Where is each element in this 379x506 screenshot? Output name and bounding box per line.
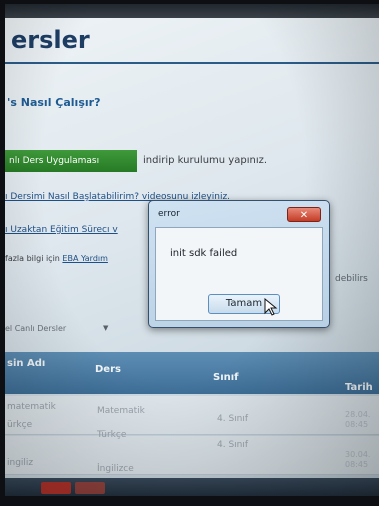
row-class: 4. Sınıf [217,414,249,424]
download-app-button[interactable]: nlı Ders Uygulaması [5,150,137,172]
distance-education-link[interactable]: ı Uzaktan Eğitim Sürecı v [5,225,118,235]
download-instruction: indirip kurulumu yapınız. [143,155,268,166]
row-class: 4. Sınıf [217,440,249,450]
table-header: sin Adı Ders Sınıf Tarih [5,352,379,394]
row-course-partial: İngilizce [97,464,134,474]
row-name-partial: ingiliz [7,458,34,468]
error-dialog: error ✕ init sdk failed Tamam [148,200,330,328]
table-row[interactable]: matematik Matematik 4. Sınıf 28.04. 08:4… [5,396,379,435]
live-lessons-filter[interactable]: el Canlı Dersler [5,324,66,333]
close-icon[interactable]: ✕ [287,207,321,222]
column-header-class: Sınıf [213,372,239,383]
more-info-prefix: fazla bilgi için [5,254,60,263]
chevron-down-icon[interactable]: ▼ [103,324,108,332]
table-row[interactable]: ürkçe Türkçe 4. Sınıf 30.04. 08:45 ingil… [5,420,379,475]
more-info-text: fazla bilgi için EBA Yardım [5,254,108,263]
mouse-pointer-icon [264,298,278,316]
taskbar-app-button[interactable] [75,482,105,494]
error-message: init sdk failed [170,248,238,259]
taskbar-app-button[interactable] [41,482,71,494]
column-header-course: Ders [95,364,121,375]
browser-top-bar [5,4,379,18]
how-it-works-heading: 's Nasıl Çalışır? [7,96,101,109]
row-time: 08:45 [345,420,369,429]
row-course: Türkçe [97,430,127,440]
dialog-body: init sdk failed Tamam [155,227,323,321]
row-name: ürkçe [7,420,33,430]
row-date: 30.04. [345,450,371,459]
title-divider [5,62,379,64]
column-header-date: Tarih [345,382,373,393]
truncated-text: debilirs [335,274,368,284]
row-time: 08:45 [345,460,369,469]
column-header-name: sin Adı [7,358,46,369]
row-date: 28.04. [345,410,371,419]
eba-help-link[interactable]: EBA Yardım [62,254,108,263]
row-name: matematik [7,402,56,412]
page-title: ersler [11,26,90,54]
row-course: Matematik [97,406,145,416]
dialog-title: error [158,209,180,219]
